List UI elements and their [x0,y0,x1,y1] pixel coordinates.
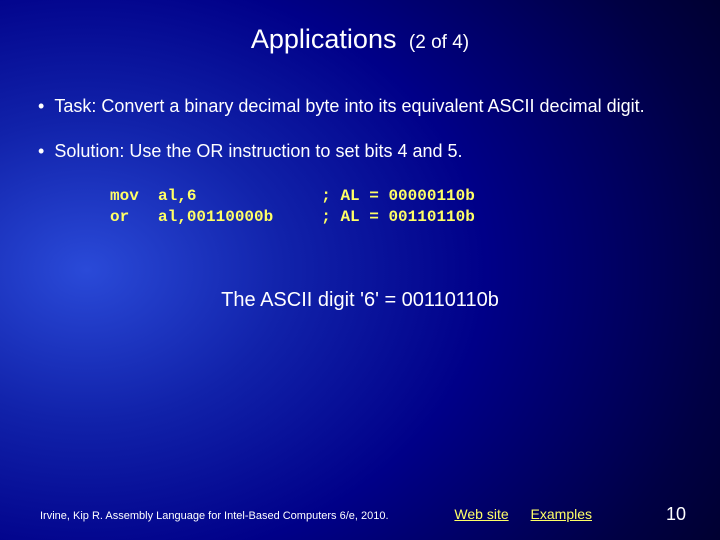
link-examples[interactable]: Examples [531,506,592,522]
slide-title: Applications (2 of 4) [0,0,720,55]
link-web-site[interactable]: Web site [454,506,508,522]
bullet-dot-icon: • [38,95,44,118]
bullet-text: Solution: Use the OR instruction to set … [54,140,682,163]
page-number: 10 [666,504,686,525]
caption-text: The ASCII digit '6' = 00110110b [38,289,682,312]
footer-credit: Irvine, Kip R. Assembly Language for Int… [40,510,454,522]
footer-links: Web site Examples [454,506,610,522]
bullet-item: • Task: Convert a binary decimal byte in… [38,95,682,118]
code-block: mov al,6 ; AL = 00000110b or al,00110000… [110,186,682,229]
title-sub: (2 of 4) [409,32,469,53]
bullet-text: Task: Convert a binary decimal byte into… [54,95,682,118]
slide-body: • Task: Convert a binary decimal byte in… [0,55,720,312]
title-main: Applications [251,24,397,54]
bullet-dot-icon: • [38,140,44,163]
footer: Irvine, Kip R. Assembly Language for Int… [0,506,720,522]
bullet-item: • Solution: Use the OR instruction to se… [38,140,682,163]
